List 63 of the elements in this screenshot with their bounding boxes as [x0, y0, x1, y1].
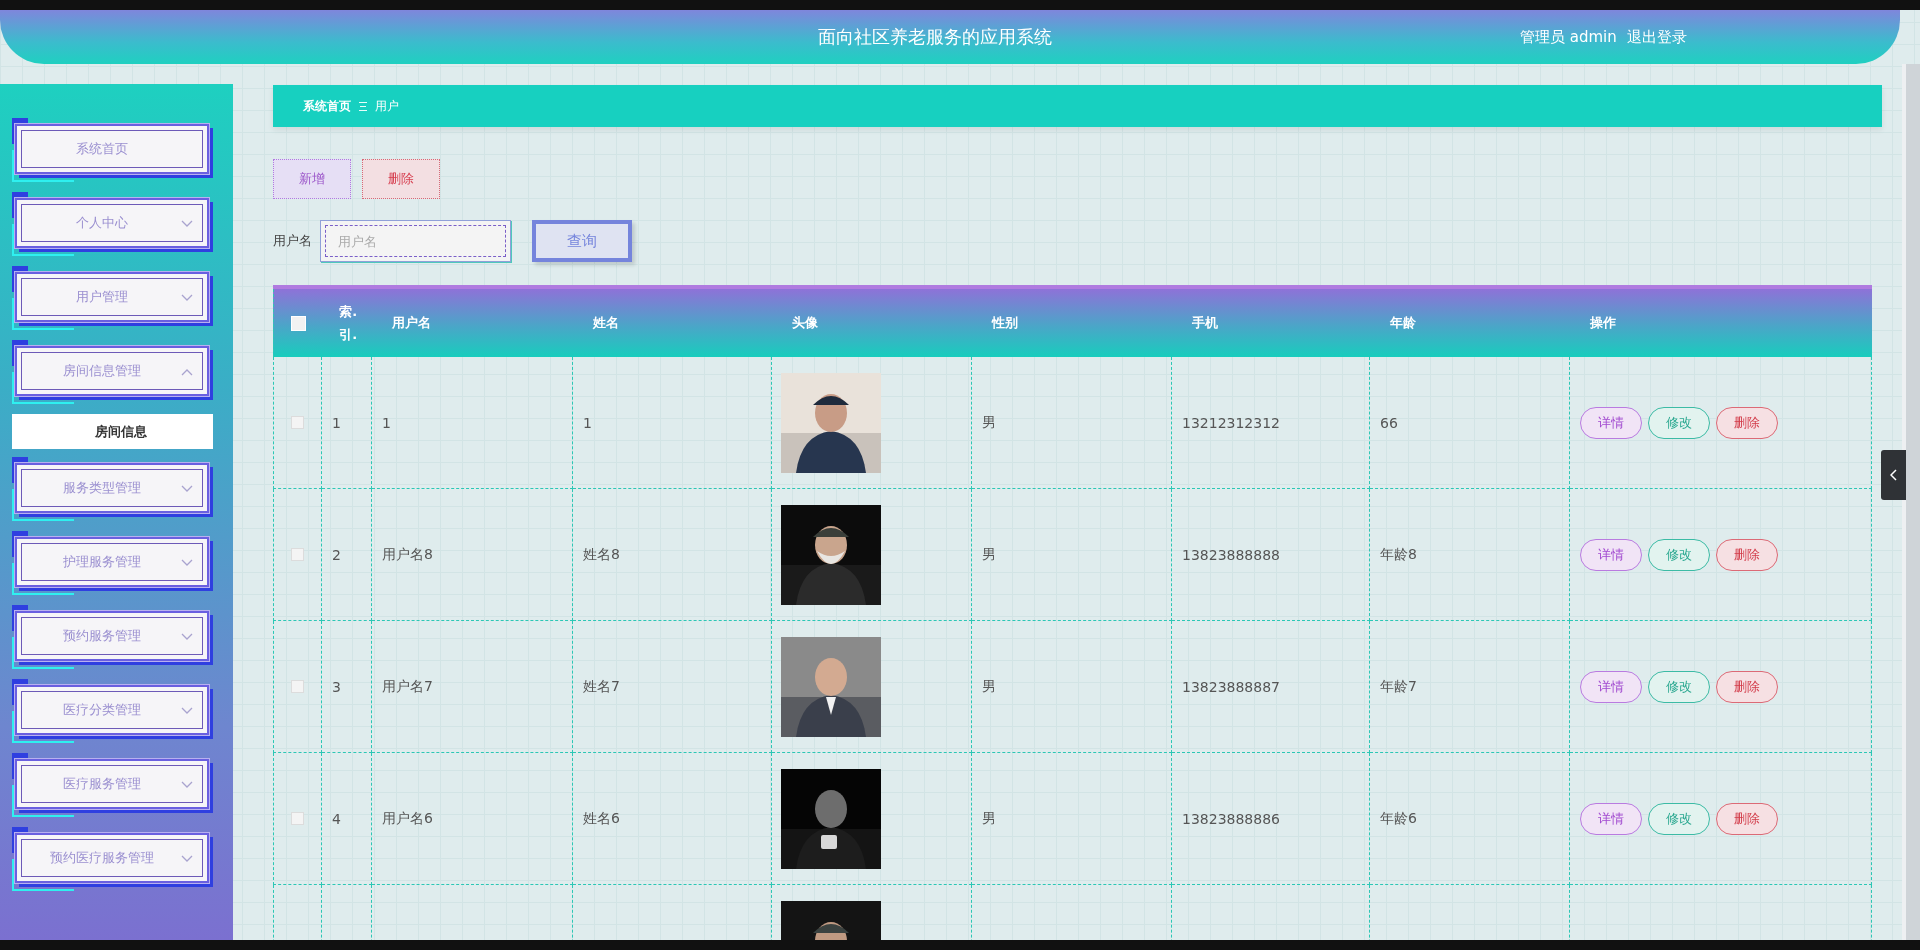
checkbox[interactable] [291, 416, 304, 429]
checkbox[interactable] [291, 812, 304, 825]
edit-button[interactable]: 修改 [1648, 406, 1710, 439]
detail-button[interactable]: 详情 [1580, 670, 1642, 703]
app-title: 面向社区养老服务的应用系统 [817, 25, 1053, 49]
detail-button[interactable]: 详情 [1580, 406, 1642, 439]
age-cell: 年龄8 [1370, 489, 1570, 621]
detail-button[interactable]: 详情 [1580, 538, 1642, 571]
gender-cell: 男 [972, 753, 1172, 885]
age-cell: 66 [1370, 357, 1570, 489]
menu-icon [359, 101, 367, 111]
delete-button[interactable]: 删除 [1716, 670, 1778, 703]
column-header: 操作 [1590, 314, 1616, 332]
username-cell: 1 [372, 357, 573, 489]
name-cell: 姓名8 [573, 489, 772, 621]
delete-button[interactable]: 删除 [1716, 802, 1778, 835]
gender-cell: 男 [972, 357, 1172, 489]
edit-button[interactable]: 修改 [1648, 802, 1710, 835]
index-cell: 3 [322, 621, 372, 753]
submenu-item[interactable]: 房间信息 [12, 414, 213, 449]
column-header: 索.引. [339, 302, 355, 344]
checkbox[interactable] [291, 548, 304, 561]
index-cell: 2 [322, 489, 372, 621]
delete-button[interactable]: 删除 [362, 159, 440, 199]
column-header: 头像 [792, 314, 818, 332]
search-label: 用户名 [273, 232, 312, 250]
edit-button[interactable]: 修改 [1648, 538, 1710, 571]
gender-cell: 男 [972, 621, 1172, 753]
breadcrumb-link[interactable]: 用户 [375, 97, 399, 115]
checkbox[interactable] [291, 680, 304, 693]
username-cell: 用户名8 [372, 489, 573, 621]
search-field[interactable]: 用户名 [320, 220, 511, 262]
age-cell: 年龄7 [1370, 621, 1570, 753]
name-cell: 1 [573, 357, 772, 489]
gender-cell: 男 [972, 489, 1172, 621]
add-button[interactable]: 新增 [273, 159, 351, 199]
column-header: 手机 [1192, 314, 1218, 332]
column-header: 年龄 [1390, 314, 1416, 332]
phone-cell: 13823888887 [1172, 621, 1370, 753]
age-cell: 年龄6 [1370, 753, 1570, 885]
detail-button[interactable]: 详情 [1580, 802, 1642, 835]
index-cell: 1 [322, 357, 372, 489]
collapse-tab[interactable] [1881, 450, 1906, 500]
index-cell: 4 [322, 753, 372, 885]
query-button[interactable]: 查询 [532, 220, 632, 262]
scrollbar[interactable] [1902, 64, 1920, 940]
phone-cell: 13212312312 [1172, 357, 1370, 489]
username-cell: 用户名6 [372, 753, 573, 885]
admin-label: 管理员 admin [1520, 27, 1617, 47]
name-cell: 姓名6 [573, 753, 772, 885]
delete-button[interactable]: 删除 [1716, 406, 1778, 439]
column-header: 性别 [992, 314, 1018, 332]
phone-cell: 13823888888 [1172, 489, 1370, 621]
breadcrumb-link[interactable]: 系统首页 [303, 97, 351, 115]
phone-cell: 13823888886 [1172, 753, 1370, 885]
column-header: 用户名 [392, 314, 431, 332]
delete-button[interactable]: 删除 [1716, 538, 1778, 571]
logout-link[interactable]: 退出登录 [1626, 27, 1687, 47]
username-cell: 用户名7 [372, 621, 573, 753]
name-cell: 姓名7 [573, 621, 772, 753]
chevron-left-icon [1889, 469, 1898, 481]
edit-button[interactable]: 修改 [1648, 670, 1710, 703]
column-header: 姓名 [593, 314, 619, 332]
